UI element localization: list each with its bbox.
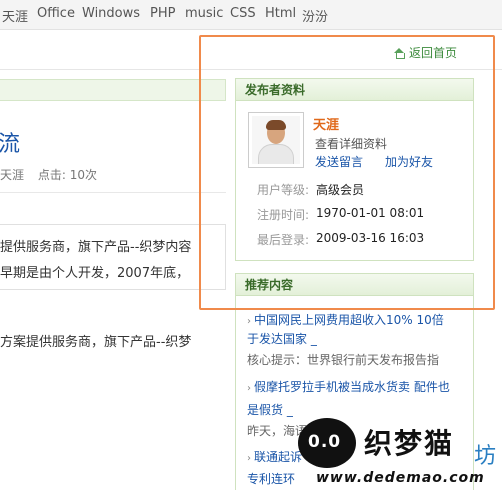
nav-link-html[interactable]: Html [265, 6, 296, 21]
nav-link-css[interactable]: CSS [230, 6, 256, 21]
nav-link-tianya[interactable]: 天涯 [2, 6, 28, 25]
nav-link-fenfen[interactable]: 汾汾 [302, 6, 328, 25]
cat-face-icon: 0.0 [298, 418, 356, 468]
article-body-line: 方案提供服务商，旗下产品--织梦 [0, 335, 192, 350]
nav-link-php[interactable]: PHP [150, 6, 175, 21]
bullet-arrow-icon: › [247, 383, 251, 394]
article-summary-line: 提供服务商，旗下产品--织梦内容 [0, 240, 192, 255]
recommend-item-title[interactable]: 联通起诉 [254, 450, 302, 464]
nav-link-windows[interactable]: Windows [82, 6, 140, 21]
article-author: 天涯 [0, 168, 25, 182]
article-title[interactable]: 流 [0, 126, 20, 158]
article-header-bar [0, 79, 226, 101]
article-meta: 天涯 点击: 10次 [0, 166, 97, 183]
article-summary-line: 早期是由个人开发，2007年底， [0, 266, 190, 281]
nav-link-music[interactable]: music [185, 6, 223, 21]
recommend-item-title-cont[interactable]: 于发达国家 _ [247, 330, 317, 347]
watermark-url: www.dedemao.com [316, 470, 485, 486]
bullet-arrow-icon: › [247, 453, 251, 464]
recommend-item-title[interactable]: 中国网民上网费用超收入10% 10倍 [254, 313, 444, 327]
watermark-name: 织梦猫 [364, 427, 455, 460]
recommend-item[interactable]: › 联通起诉 [247, 448, 302, 465]
top-nav: 天涯 Office Windows PHP music CSS Html 汾汾 [0, 0, 502, 30]
recommend-item-summary: 核心提示：世界银行前天发布报告指 [247, 353, 440, 367]
nav-link-office[interactable]: Office [37, 6, 75, 21]
recommend-item-title-cont[interactable]: 是假货 _ [247, 401, 293, 418]
highlight-frame [199, 35, 495, 310]
watermark-fang: 坊 [474, 444, 497, 469]
recommend-item[interactable]: › 假摩托罗拉手机被当成水货卖 配件也 [247, 378, 450, 395]
bullet-arrow-icon: › [247, 316, 251, 327]
recommend-item-title[interactable]: 假摩托罗拉手机被当成水货卖 配件也 [254, 380, 450, 394]
article-clicks: 点击: 10次 [37, 168, 97, 182]
recommend-item-title-cont[interactable]: 专利连环 [247, 470, 295, 487]
divider [0, 192, 226, 193]
watermark-logo: 0.0 织梦猫 www.dedemao.com 坊 [298, 418, 502, 490]
recommend-item[interactable]: › 中国网民上网费用超收入10% 10倍 [247, 311, 444, 328]
